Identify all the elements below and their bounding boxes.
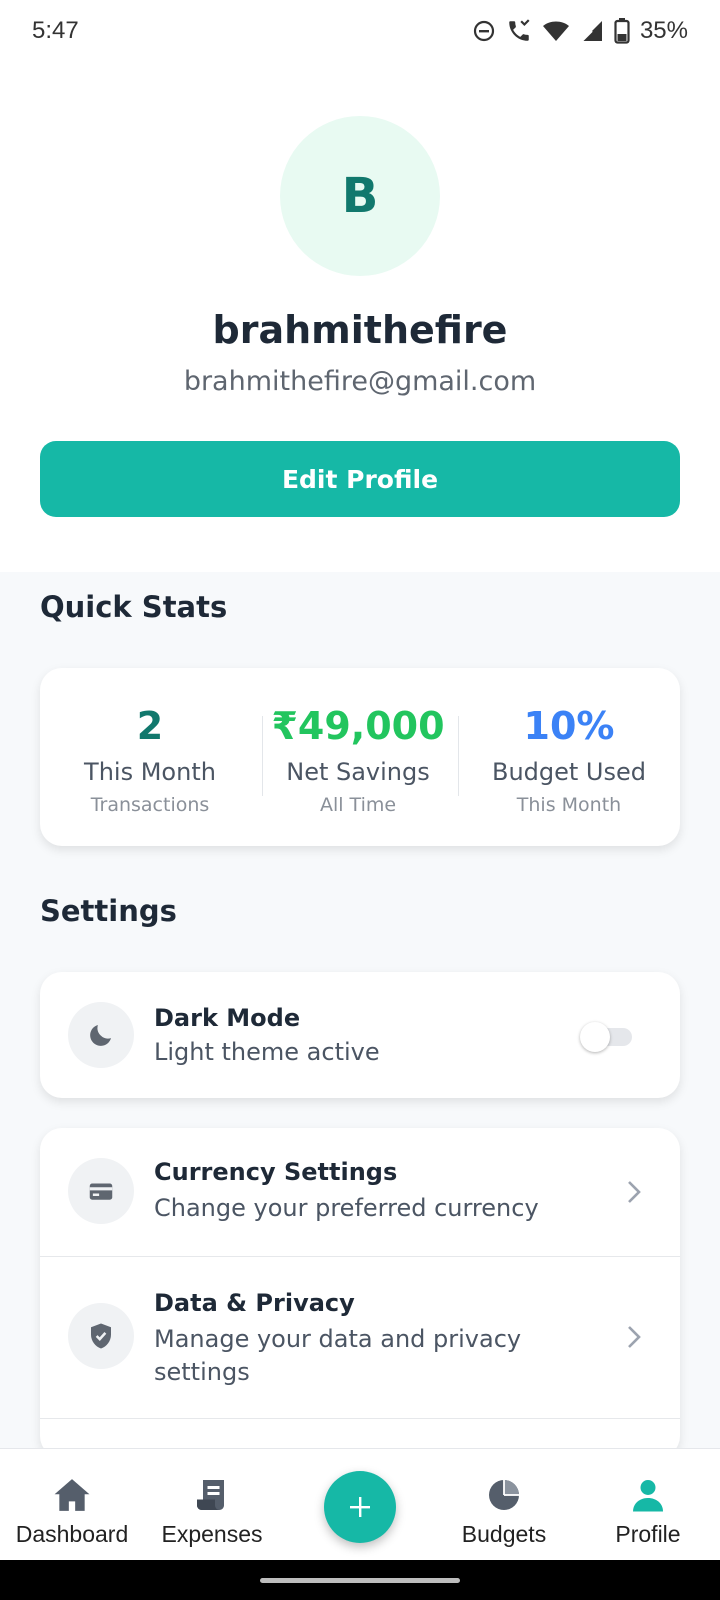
gesture-bar	[0, 1560, 720, 1600]
stat-sub: All Time	[319, 794, 397, 816]
settings-item-subtitle: Manage your data and privacy settings	[154, 1325, 522, 1386]
battery-level: 35%	[639, 17, 688, 44]
battery-icon	[614, 18, 630, 44]
avatar[interactable]: B	[280, 116, 440, 276]
card-icon	[89, 1183, 113, 1200]
nav-label: Profile	[615, 1521, 681, 1547]
call-icon	[509, 19, 530, 41]
settings-item-title: Data & Privacy	[154, 1289, 355, 1317]
settings-item-subtitle: Change your preferred currency	[154, 1194, 539, 1222]
dark-mode-card[interactable]: Dark Mode Light theme active	[40, 972, 680, 1098]
quick-stats-title: Quick Stats	[40, 590, 228, 624]
currency-icon-wrap	[68, 1158, 134, 1224]
settings-item-privacy[interactable]: Data & Privacy Manage your data and priv…	[40, 1257, 680, 1417]
bottom-nav: Dashboard Expenses Budgets Profile	[0, 1448, 720, 1560]
status-bar: 5:47 35%	[0, 0, 720, 64]
stat-label: Net Savings	[286, 758, 430, 786]
dark-mode-title: Dark Mode	[154, 1004, 301, 1032]
wifi-icon	[542, 21, 569, 41]
person-icon	[628, 1475, 668, 1515]
home-icon	[52, 1475, 92, 1515]
stat-value: ₹49,000	[271, 704, 445, 748]
edit-profile-button[interactable]: Edit Profile	[40, 441, 680, 517]
stat-net-savings: ₹49,000 Net Savings All Time	[262, 668, 454, 846]
username: brahmithefire	[212, 308, 508, 352]
plus-icon	[350, 1497, 370, 1517]
nav-label: Expenses	[161, 1521, 263, 1547]
nav-expenses[interactable]: Expenses	[140, 1449, 284, 1561]
nav-dashboard[interactable]: Dashboard	[0, 1449, 144, 1561]
avatar-initial: B	[341, 168, 379, 224]
moon-icon	[90, 1025, 111, 1046]
chevron-right-icon	[628, 1181, 641, 1203]
stat-transactions: 2 This Month Transactions	[40, 668, 260, 846]
user-email: brahmithefire@gmail.com	[183, 366, 537, 397]
quick-stats-card: 2 This Month Transactions ₹49,000 Net Sa…	[40, 668, 680, 846]
signal-icon	[581, 21, 602, 42]
nav-label: Budgets	[461, 1521, 547, 1547]
settings-list-card: Currency Settings Change your preferred …	[40, 1128, 680, 1458]
row-divider	[40, 1418, 680, 1419]
nav-label: Dashboard	[15, 1521, 129, 1547]
stat-sub: This Month	[516, 794, 622, 816]
receipt-icon	[192, 1475, 232, 1515]
stat-value: 2	[136, 704, 164, 748]
privacy-icon-wrap	[68, 1303, 134, 1369]
main-content: Quick Stats 2 This Month Transactions ₹4…	[0, 572, 720, 1458]
stat-label: Budget Used	[491, 758, 647, 786]
toggle-knob	[580, 1022, 610, 1052]
stat-value: 10%	[523, 704, 615, 748]
stat-label: This Month	[84, 758, 216, 786]
status-time: 5:47	[32, 17, 79, 44]
shield-icon	[91, 1323, 111, 1349]
settings-item-currency[interactable]: Currency Settings Change your preferred …	[40, 1128, 680, 1256]
nav-profile[interactable]: Profile	[576, 1449, 720, 1561]
home-indicator[interactable]	[260, 1578, 460, 1583]
dark-mode-subtitle: Light theme active	[154, 1038, 380, 1066]
dark-mode-icon-wrap	[68, 1002, 134, 1068]
dnd-icon	[473, 20, 495, 42]
settings-item-title: Currency Settings	[154, 1158, 398, 1186]
profile-header: B brahmithefire brahmithefire@gmail.com …	[0, 64, 720, 572]
chevron-right-icon	[628, 1326, 641, 1348]
stat-budget-used: 10% Budget Used This Month	[458, 668, 680, 846]
add-transaction-button[interactable]	[324, 1471, 396, 1543]
pie-icon	[484, 1475, 524, 1515]
stat-sub: Transactions	[90, 794, 210, 816]
nav-budgets[interactable]: Budgets	[432, 1449, 576, 1561]
dark-mode-toggle[interactable]	[580, 1020, 636, 1052]
status-icons: 35%	[472, 17, 688, 45]
settings-title: Settings	[40, 894, 177, 928]
